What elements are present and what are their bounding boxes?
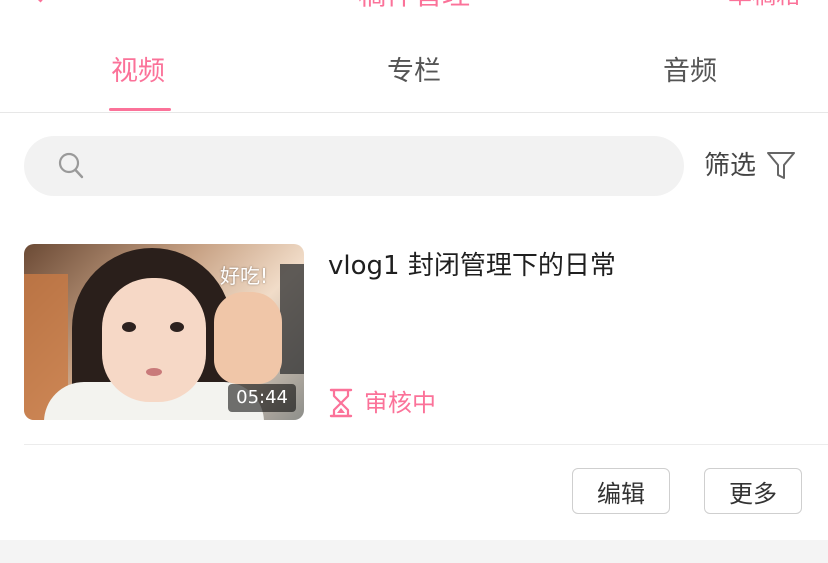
tab-audio[interactable]: 音频 [630, 54, 750, 90]
status-label: 审核中 [364, 389, 436, 417]
thumbnail-person [102, 278, 206, 402]
thumbnail-background [280, 264, 304, 374]
manuscript-item[interactable]: 好吃! 05:44 vlog1 封闭管理下的日常 审核中 [24, 244, 828, 445]
top-bar: 稿件管理 草稿箱 [0, 0, 828, 14]
drafts-link[interactable]: 草稿箱 [728, 0, 800, 10]
search-input[interactable] [92, 136, 666, 198]
page-title: 稿件管理 [0, 0, 828, 10]
content-type-tabs: 视频 专栏 音频 [0, 40, 828, 113]
video-duration: 05:44 [228, 384, 296, 412]
thumbnail-person [146, 368, 162, 376]
review-status: 审核中 [328, 388, 436, 418]
filter-label: 筛选 [704, 151, 757, 181]
active-tab-indicator [109, 108, 171, 111]
more-button[interactable]: 更多 [704, 468, 802, 514]
thumbnail-hand [214, 292, 282, 384]
tab-video[interactable]: 视频 [78, 54, 198, 90]
thumbnail-person [170, 322, 184, 332]
search-bar[interactable] [24, 136, 684, 198]
filter-button[interactable]: 筛选 [704, 146, 796, 186]
filter-funnel-icon [767, 152, 796, 179]
thumbnail-caption: 好吃! [220, 264, 269, 288]
manuscript-title[interactable]: vlog1 封闭管理下的日常 [328, 248, 616, 284]
tab-column[interactable]: 专栏 [354, 54, 474, 90]
section-divider [0, 540, 828, 563]
hourglass-icon [329, 388, 353, 418]
edit-button[interactable]: 编辑 [572, 468, 670, 514]
video-thumbnail[interactable]: 好吃! 05:44 [24, 244, 304, 420]
thumbnail-person [122, 322, 136, 332]
search-icon [58, 152, 84, 179]
